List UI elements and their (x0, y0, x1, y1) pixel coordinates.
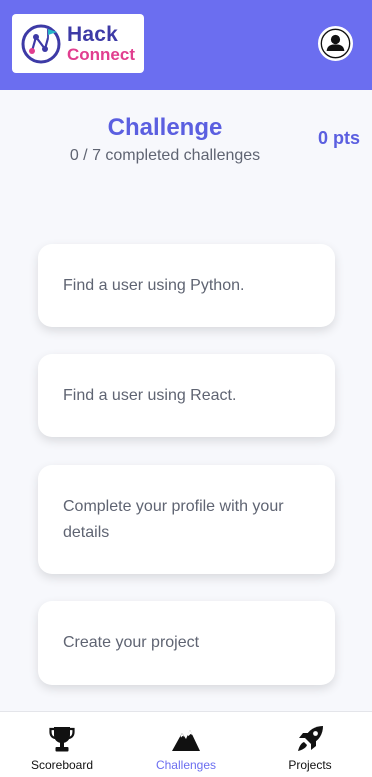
challenge-label: Complete your profile with your details (63, 497, 284, 541)
profile-button[interactable] (318, 26, 353, 61)
nav-label: Challenges (155, 758, 217, 772)
logo-line2: Connect (67, 45, 135, 64)
top-bar: Hack Connect (0, 0, 372, 90)
challenge-label: Find a user using Python. (63, 276, 245, 294)
challenge-header: Challenge 0 / 7 completed challenges 0 p… (0, 110, 372, 170)
completion-count: 0 / 7 completed challenges (69, 147, 261, 164)
page-title: Challenge (107, 114, 223, 141)
mountain-icon (172, 730, 200, 751)
rocket-icon (298, 726, 323, 751)
bottom-nav: Scoreboard Challenges Projects (0, 711, 372, 777)
challenge-card[interactable]: Complete your profile with your details (38, 465, 335, 574)
logo-text: Hack Connect (67, 24, 135, 63)
nav-label: Projects (288, 758, 332, 772)
trophy-icon (49, 727, 75, 752)
logo-mark-icon (21, 24, 61, 63)
challenge-card[interactable]: Create your project (38, 601, 335, 685)
challenge-label: Find a user using React. (63, 386, 237, 404)
nav-label: Scoreboard (30, 758, 94, 772)
challenge-card[interactable]: Find a user using React. (38, 354, 335, 437)
challenge-card[interactable]: Find a user using Python. (38, 244, 335, 327)
nav-scoreboard[interactable]: Scoreboard (0, 712, 124, 777)
nav-challenges[interactable]: Challenges (124, 712, 248, 777)
hackconnect-logo[interactable]: Hack Connect (12, 14, 144, 73)
user-avatar-icon (320, 28, 351, 59)
points-badge: 0 pts (317, 128, 360, 148)
logo-line1: Hack (67, 23, 119, 46)
nav-projects[interactable]: Projects (248, 712, 372, 777)
challenge-label: Create your project (63, 634, 200, 651)
